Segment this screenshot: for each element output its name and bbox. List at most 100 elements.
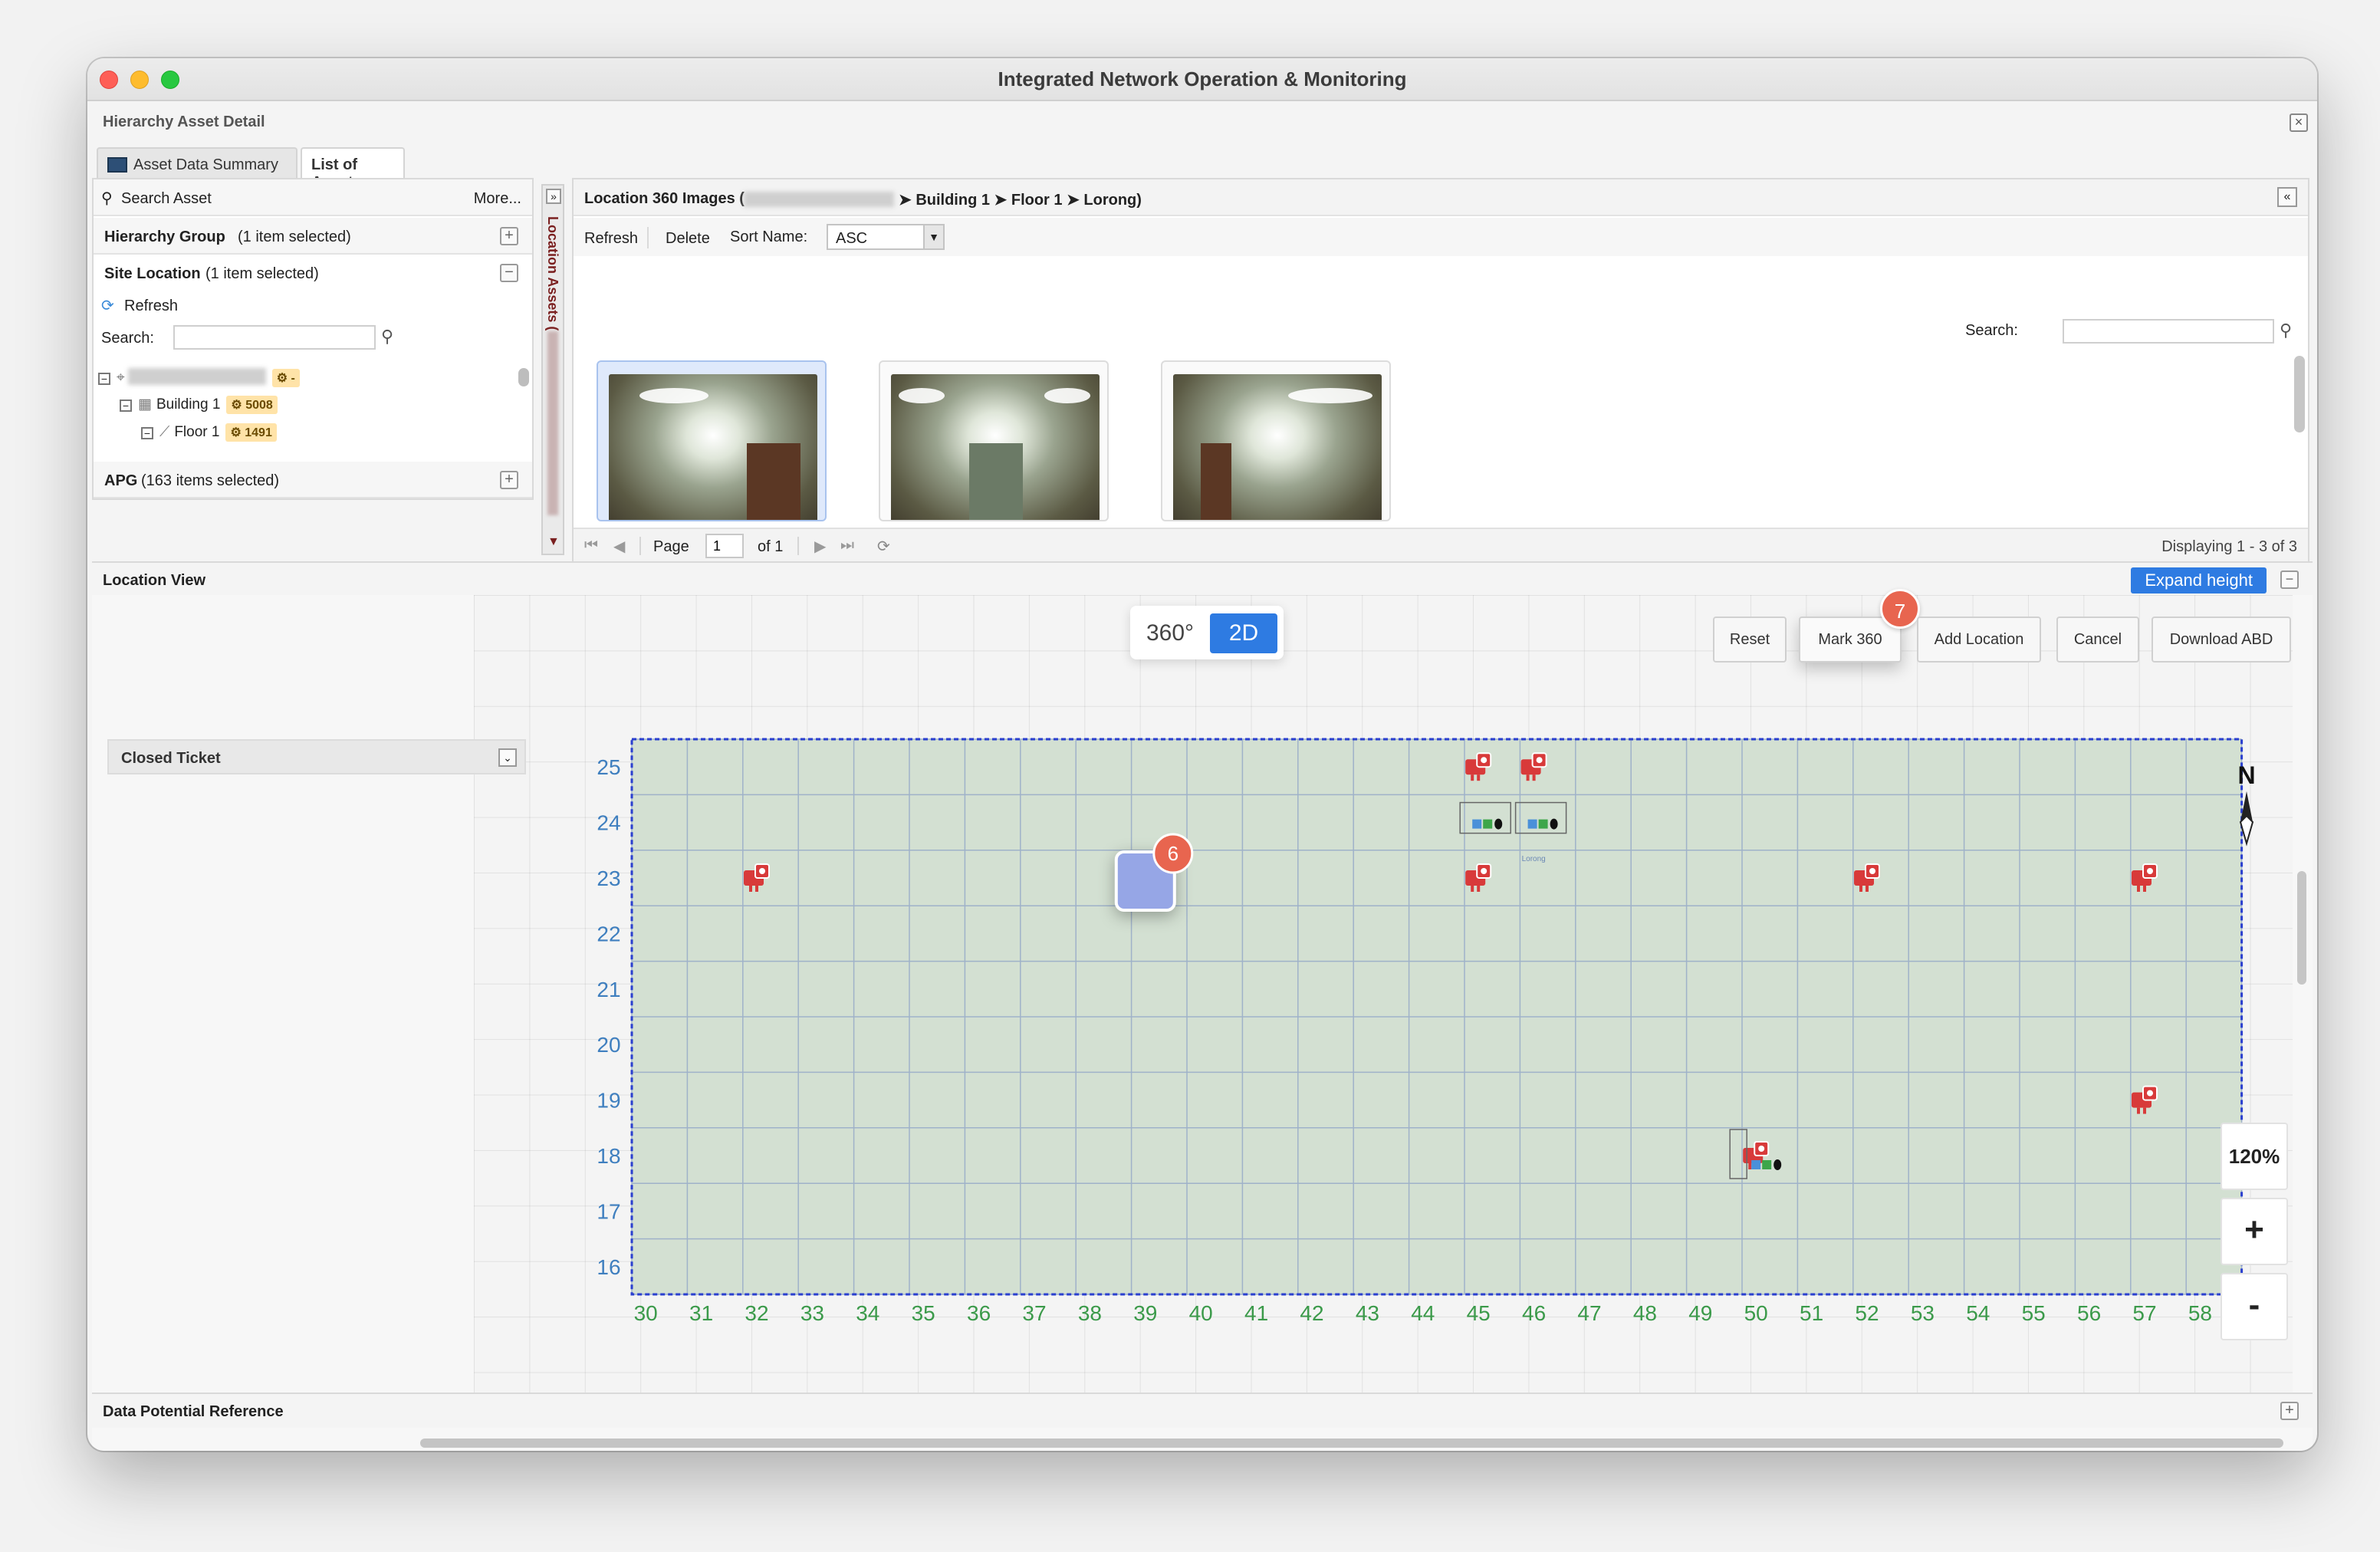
x-axis-label: 57 <box>2132 1301 2156 1325</box>
stairs-icon: ⟋ <box>159 424 170 440</box>
x-axis-label: 56 <box>2077 1301 2101 1325</box>
expand-plus-icon[interactable]: + <box>500 471 518 489</box>
next-page-icon[interactable]: ▶ <box>814 537 826 556</box>
x-axis-label: 30 <box>634 1301 658 1325</box>
location-view-header: Location View Expand height − <box>92 561 2313 595</box>
search-icon[interactable]: ⚲ <box>376 325 399 348</box>
tree-scrollbar[interactable] <box>518 368 529 386</box>
search-icon[interactable]: ⚲ <box>2274 319 2297 342</box>
x-axis-label: 47 <box>1577 1301 1601 1325</box>
zoom-out-button[interactable]: - <box>2221 1273 2288 1340</box>
page-input[interactable] <box>705 534 744 558</box>
refresh-button[interactable]: Refresh <box>584 230 638 248</box>
site-location-label: Site Location <box>104 265 201 282</box>
search-icon[interactable]: ⚲ <box>101 189 113 208</box>
delete-button[interactable]: Delete <box>666 230 710 248</box>
image-thumbnail-3[interactable] <box>1161 360 1391 521</box>
collapse-minus-icon[interactable]: − <box>2280 570 2299 589</box>
image-search-input[interactable] <box>2063 319 2274 344</box>
image-thumbnail-2[interactable] <box>879 360 1109 521</box>
expand-height-button[interactable]: Expand height <box>2131 567 2267 594</box>
gear-badge: ⚙ 1491 <box>225 423 277 442</box>
image-toolbar: Refresh Delete Sort Name: ASC ▼ <box>574 218 2308 256</box>
x-axis-label: 49 <box>1688 1301 1712 1325</box>
map-horizontal-scrollbar[interactable] <box>420 1439 2283 1448</box>
left-pane: ⚲ Search Asset More... Hierarchy Group (… <box>92 178 534 500</box>
search-asset-row: ⚲ Search Asset More... <box>94 179 532 216</box>
tree-search-input[interactable] <box>173 325 376 350</box>
zoom-in-button[interactable]: + <box>2221 1198 2288 1265</box>
more-link[interactable]: More... <box>474 190 521 208</box>
search-label: Search: <box>101 330 154 347</box>
data-potential-reference-row[interactable]: Data Potential Reference + <box>92 1393 2313 1428</box>
y-axis-label: 21 <box>597 978 620 1001</box>
refresh-icon[interactable]: ⟳ <box>877 537 890 556</box>
x-axis-label: 35 <box>912 1301 935 1325</box>
compass-icon: N <box>2237 761 2256 847</box>
ceiling-light <box>1288 388 1372 403</box>
tree-node-building[interactable]: − ▦ Building 1 ⚙ 5008 <box>120 396 278 414</box>
title-bar: Integrated Network Operation & Monitorin… <box>87 58 2317 101</box>
last-page-icon[interactable]: ⏭ <box>840 537 854 554</box>
y-axis-label: 17 <box>597 1199 620 1223</box>
expand-right-icon[interactable]: » <box>546 189 561 204</box>
collapse-minus-icon[interactable]: − <box>500 264 518 282</box>
x-axis-label: 53 <box>1911 1301 1935 1325</box>
app-window: Integrated Network Operation & Monitorin… <box>87 58 2317 1451</box>
sort-select[interactable]: ASC ▼ <box>827 224 945 250</box>
image-thumbnail-1[interactable] <box>597 360 827 521</box>
collapse-icon[interactable]: − <box>120 400 132 412</box>
panorama-image <box>891 374 1100 520</box>
hierarchy-group-row[interactable]: Hierarchy Group (1 item selected) + <box>94 218 532 255</box>
x-axis-label: 39 <box>1133 1301 1157 1325</box>
scroll-down-icon[interactable]: ▼ <box>547 535 560 549</box>
collapse-icon[interactable]: − <box>98 373 110 385</box>
location-tree: − ⌖ ⚙ - − ▦ Building 1 ⚙ 5008 − ⟋ Floor 1 ⚙ 1491 <box>94 368 523 460</box>
expand-plus-icon[interactable]: + <box>2280 1402 2299 1420</box>
sensor-cluster[interactable] <box>1751 1159 1782 1170</box>
sort-name-label: Sort Name: <box>730 229 808 245</box>
x-axis-label: 55 <box>2022 1301 2046 1325</box>
x-axis-label: 32 <box>745 1301 768 1325</box>
search-asset-link[interactable]: Search Asset <box>121 190 212 208</box>
location-360-header: Location 360 Images ( ➤ Building 1 ➤ Flo… <box>574 179 2308 216</box>
collapse-left-icon[interactable]: « <box>2277 187 2297 207</box>
tree-node-root[interactable]: − ⌖ ⚙ - <box>98 368 300 387</box>
tab-asset-data-summary[interactable]: Asset Data Summary <box>97 147 298 178</box>
refresh-button[interactable]: Refresh <box>124 298 178 315</box>
first-page-icon[interactable]: ⏮ <box>584 537 598 554</box>
panel-header: Hierarchy Asset Detail × <box>92 104 2313 141</box>
badge-count: 5008 <box>245 399 273 412</box>
location-assets-collapsed-bar[interactable]: » Location Assets ( ▼ <box>541 184 564 555</box>
expand-plus-icon[interactable]: + <box>500 227 518 245</box>
data-ref-label: Data Potential Reference <box>103 1403 284 1420</box>
ceiling-light <box>899 388 945 403</box>
site-location-row[interactable]: Site Location (1 item selected) − <box>94 255 532 291</box>
map-vertical-scrollbar[interactable] <box>2297 871 2306 985</box>
tiny-location-label: Lorong <box>1522 855 1546 863</box>
divider <box>797 537 799 555</box>
floor-plan-map[interactable]: 25 24 23 22 21 20 19 18 17 16 30 31 32 33 34 35 36 37 38 39… <box>92 595 2313 1423</box>
chevron-down-icon[interactable]: ▼ <box>923 225 943 248</box>
svg-text:N: N <box>2237 761 2255 789</box>
previous-page-icon[interactable]: ◀ <box>613 537 625 556</box>
x-axis-label: 50 <box>1744 1301 1768 1325</box>
y-axis-label: 22 <box>597 922 620 945</box>
apg-row[interactable]: APG (163 items selected) + <box>94 462 532 498</box>
image-scrollbar[interactable] <box>2294 356 2305 432</box>
collapse-icon[interactable]: − <box>141 427 153 439</box>
x-axis-label: 41 <box>1244 1301 1268 1325</box>
x-axis-label: 40 <box>1189 1301 1213 1325</box>
close-icon[interactable]: × <box>2290 113 2308 132</box>
panorama-image <box>609 374 817 520</box>
refresh-icon[interactable]: ⟳ <box>101 296 114 315</box>
tree-node-floor[interactable]: − ⟋ Floor 1 ⚙ 1491 <box>141 423 277 442</box>
location-view-title: Location View <box>103 572 206 589</box>
building-icon: ▦ <box>138 396 152 413</box>
gear-badge: ⚙ - <box>271 369 300 387</box>
door-shape <box>747 443 800 520</box>
zoom-level: 120% <box>2221 1123 2288 1190</box>
y-axis-label: 19 <box>597 1089 620 1113</box>
tab-list-of-asset[interactable]: List of Asset <box>301 147 405 191</box>
x-axis-label: 44 <box>1411 1301 1435 1325</box>
